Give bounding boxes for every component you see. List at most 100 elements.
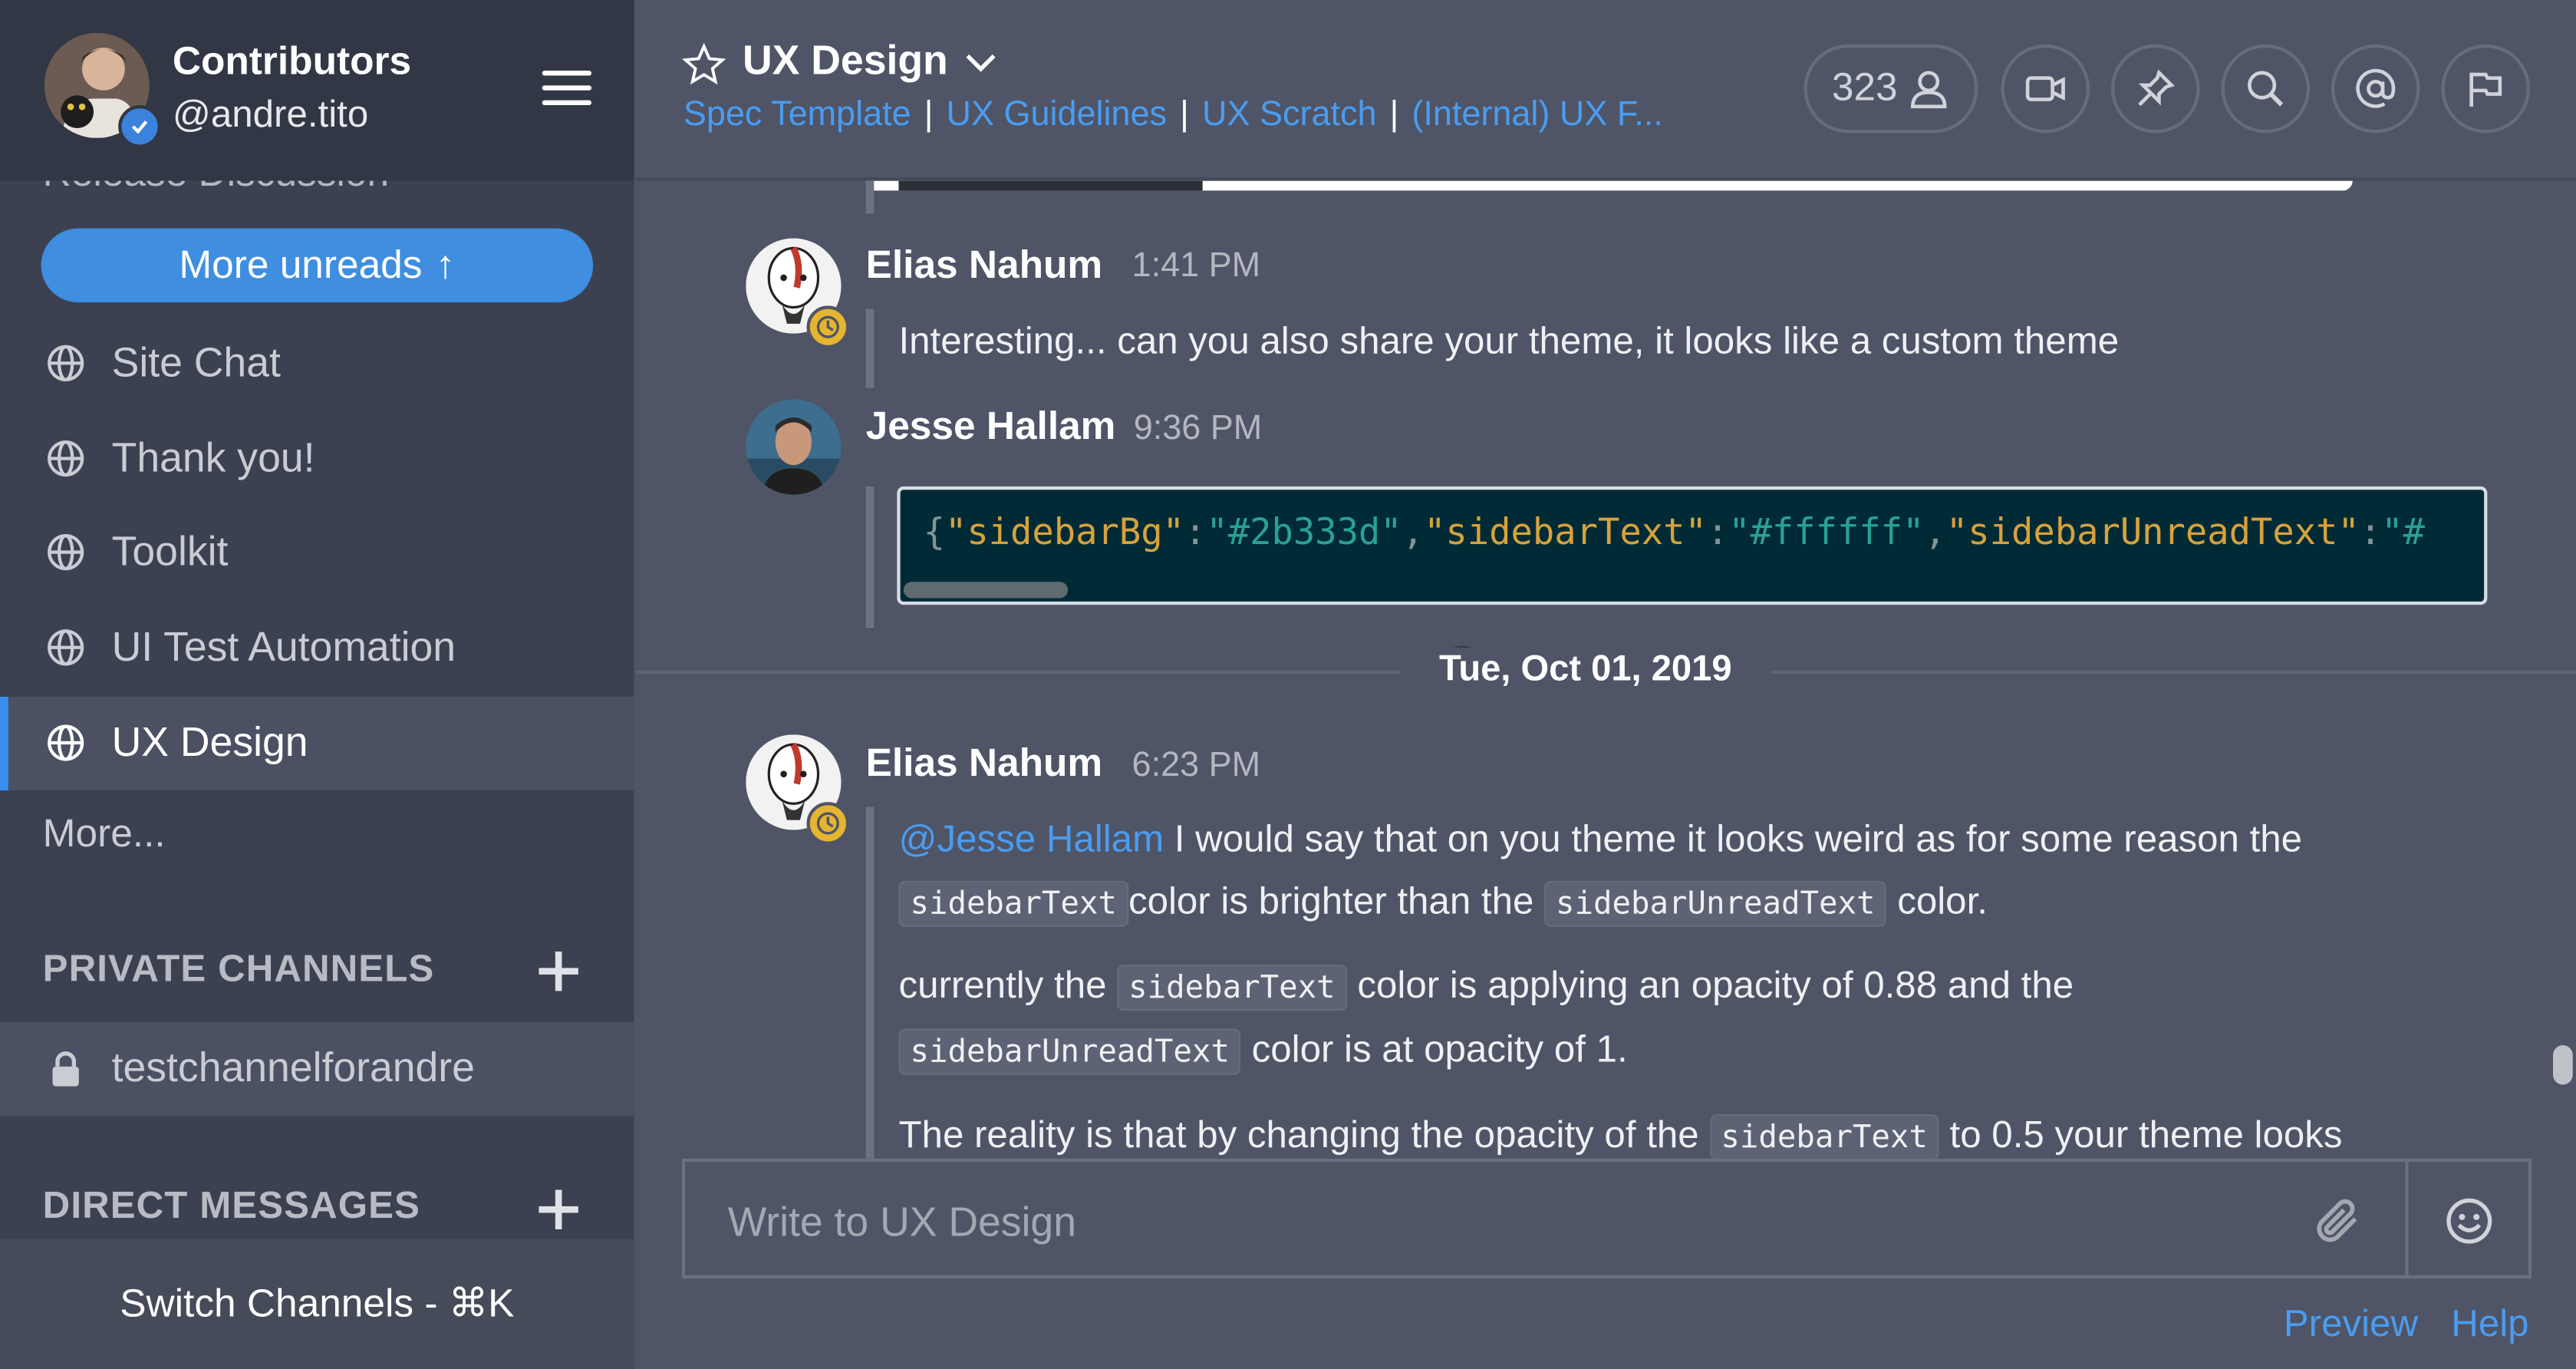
bookmark-link[interactable]: (Internal) UX F...	[1412, 95, 1662, 133]
text-span: currently the	[898, 962, 1118, 1006]
text-span: color is brighter than the	[1128, 879, 1545, 922]
search-button[interactable]	[2221, 44, 2311, 134]
previous-post-image	[865, 180, 2353, 191]
more-unreads-button[interactable]: More unreads ↑	[41, 228, 594, 303]
post-author[interactable]: Elias Nahum	[866, 243, 1102, 289]
sidebar-item-testchannelforandre[interactable]: testchannelforandre	[0, 1022, 634, 1117]
sidebar-item-site-chat[interactable]: Site Chat	[0, 317, 634, 411]
member-count-button[interactable]: 323	[1804, 44, 1978, 134]
video-call-button[interactable]	[2001, 44, 2090, 134]
code-token: {	[923, 513, 945, 554]
away-status-icon	[806, 802, 850, 845]
more-channels-link[interactable]: More...	[43, 812, 166, 858]
vertical-scrollbar[interactable]	[2553, 1045, 2573, 1085]
sidebar-item-label: testchannelforandre	[111, 1045, 475, 1092]
post-message-line: sidebarUnreadText color is at opacity of…	[898, 1018, 1628, 1084]
code-token: "sidebarText"	[1424, 513, 1707, 554]
post-message-line: @Jesse Hallam I would say that on you th…	[898, 807, 2302, 869]
add-direct-message-icon[interactable]	[535, 1186, 581, 1232]
more-unreads-label: More unreads	[179, 242, 423, 287]
code-token: "#2b333d"	[1206, 513, 1402, 554]
text-span: color is at opacity of 1.	[1240, 1027, 1628, 1070]
member-count: 323	[1831, 65, 1898, 111]
hamburger-menu-icon[interactable]	[542, 71, 591, 110]
text-span: I would say that on you theme it looks w…	[1164, 816, 2303, 860]
team-name: Contributors	[172, 39, 412, 84]
add-private-channel-icon[interactable]	[535, 948, 581, 995]
sidebar-item-thank-you[interactable]: Thank you!	[0, 413, 634, 506]
sidebar-item-label: Toolkit	[111, 529, 229, 576]
sidebar-item-label: Thank you!	[111, 435, 315, 482]
active-indicator	[0, 697, 8, 791]
globe-icon	[48, 534, 84, 571]
sidebar: Contributors @andre.tito Release Discuss…	[0, 0, 634, 1369]
sidebar-item-ux-design[interactable]: UX Design	[0, 697, 634, 791]
preview-link[interactable]: Preview	[2284, 1301, 2418, 1346]
post-thread-bar	[865, 180, 875, 214]
help-link[interactable]: Help	[2451, 1301, 2528, 1346]
pinned-button[interactable]	[2110, 44, 2200, 134]
post-list[interactable]: Elias Nahum 1:41 PM Interesting... can y…	[635, 180, 2576, 1159]
text-span: color.	[1886, 879, 1988, 922]
separator: |	[1389, 95, 1399, 134]
code-token: ,	[1924, 513, 1946, 554]
away-status-icon	[806, 305, 850, 349]
sidebar-item-toolkit[interactable]: Toolkit	[0, 506, 634, 600]
globe-icon	[48, 440, 84, 477]
post-message: Interesting... can you also share your t…	[898, 318, 2120, 362]
flagged-button[interactable]	[2441, 44, 2531, 134]
sidebar-item-ui-test-automation[interactable]: UI Test Automation	[0, 602, 634, 695]
star-icon[interactable]	[681, 42, 726, 87]
code-block[interactable]: {"sidebarBg":"#2b333d","sidebarText":"#f…	[897, 486, 2488, 605]
post-time[interactable]: 9:36 PM	[1134, 409, 1263, 448]
inline-code: sidebarUnreadText	[1544, 880, 1887, 927]
globe-icon	[48, 345, 84, 381]
sidebar-item-label: Site Chat	[111, 340, 281, 387]
user-name: @andre.tito	[172, 91, 369, 135]
avatar[interactable]	[746, 399, 842, 495]
private-channels-title: PRIVATE CHANNELS	[42, 946, 435, 990]
mentions-button[interactable]	[2331, 44, 2420, 134]
user-mention[interactable]: @Jesse Hallam	[898, 816, 1164, 859]
separator: |	[1180, 95, 1189, 134]
separator: |	[924, 95, 934, 134]
code-token: ,	[1402, 513, 1425, 554]
member-icon	[1911, 71, 1947, 109]
lock-icon	[52, 1051, 79, 1087]
post-author[interactable]: Elias Nahum	[866, 741, 1102, 787]
message-input[interactable]	[724, 1191, 2243, 1255]
sidebar-header: Contributors @andre.tito	[0, 0, 634, 181]
divider	[2405, 1162, 2409, 1275]
post-message-line: The reality is that by changing the opac…	[898, 1103, 2343, 1159]
code-token: "#	[2381, 513, 2426, 554]
video-icon	[2025, 76, 2065, 101]
code-token: "sidebarBg"	[944, 513, 1184, 554]
attachment-icon[interactable]	[2311, 1195, 2364, 1248]
bookmark-link[interactable]: UX Scratch	[1202, 95, 1376, 133]
post-time[interactable]: 1:41 PM	[1132, 246, 1261, 285]
arrow-up-icon: ↑	[435, 242, 456, 287]
post-time[interactable]: 6:23 PM	[1132, 746, 1261, 785]
globe-icon	[48, 724, 84, 761]
post-message-line: sidebarText color is brighter than the si…	[898, 869, 1988, 935]
inline-code: sidebarUnreadText	[898, 1028, 1241, 1075]
chevron-down-icon[interactable]	[964, 51, 997, 74]
text-span: The reality is that by changing the opac…	[898, 1112, 1710, 1156]
inline-code: sidebarText	[1709, 1114, 1939, 1159]
channel-title[interactable]: UX Design	[743, 38, 948, 85]
date-separator: Tue, Oct 01, 2019	[1399, 647, 1771, 691]
switch-channels-button[interactable]: Switch Channels - ⌘K	[0, 1239, 634, 1369]
pin-icon	[2138, 69, 2175, 107]
post-author[interactable]: Jesse Hallam	[866, 404, 1116, 450]
code-token: :	[1184, 513, 1207, 554]
horizontal-scrollbar[interactable]	[903, 582, 1069, 599]
bookmark-link[interactable]: UX Guidelines	[947, 95, 1167, 133]
direct-messages-title: DIRECT MESSAGES	[42, 1183, 420, 1226]
verified-icon	[118, 105, 161, 148]
emoji-icon[interactable]	[2445, 1196, 2494, 1245]
post-thread-bar	[865, 807, 875, 1159]
bookmark-link[interactable]: Spec Template	[684, 95, 911, 133]
code-token: :	[1706, 513, 1729, 554]
code-token: "sidebarUnreadText"	[1945, 513, 2360, 554]
post-thread-bar	[865, 308, 875, 388]
